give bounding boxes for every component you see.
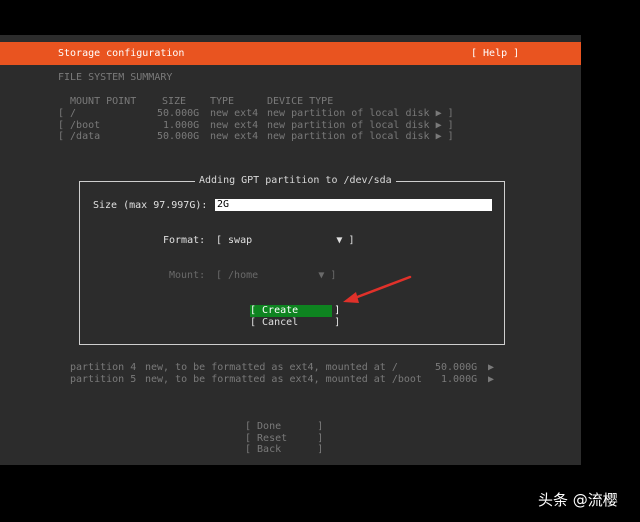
annotation-arrow-icon	[343, 275, 412, 303]
watermark: 头条 @流樱	[538, 491, 618, 509]
